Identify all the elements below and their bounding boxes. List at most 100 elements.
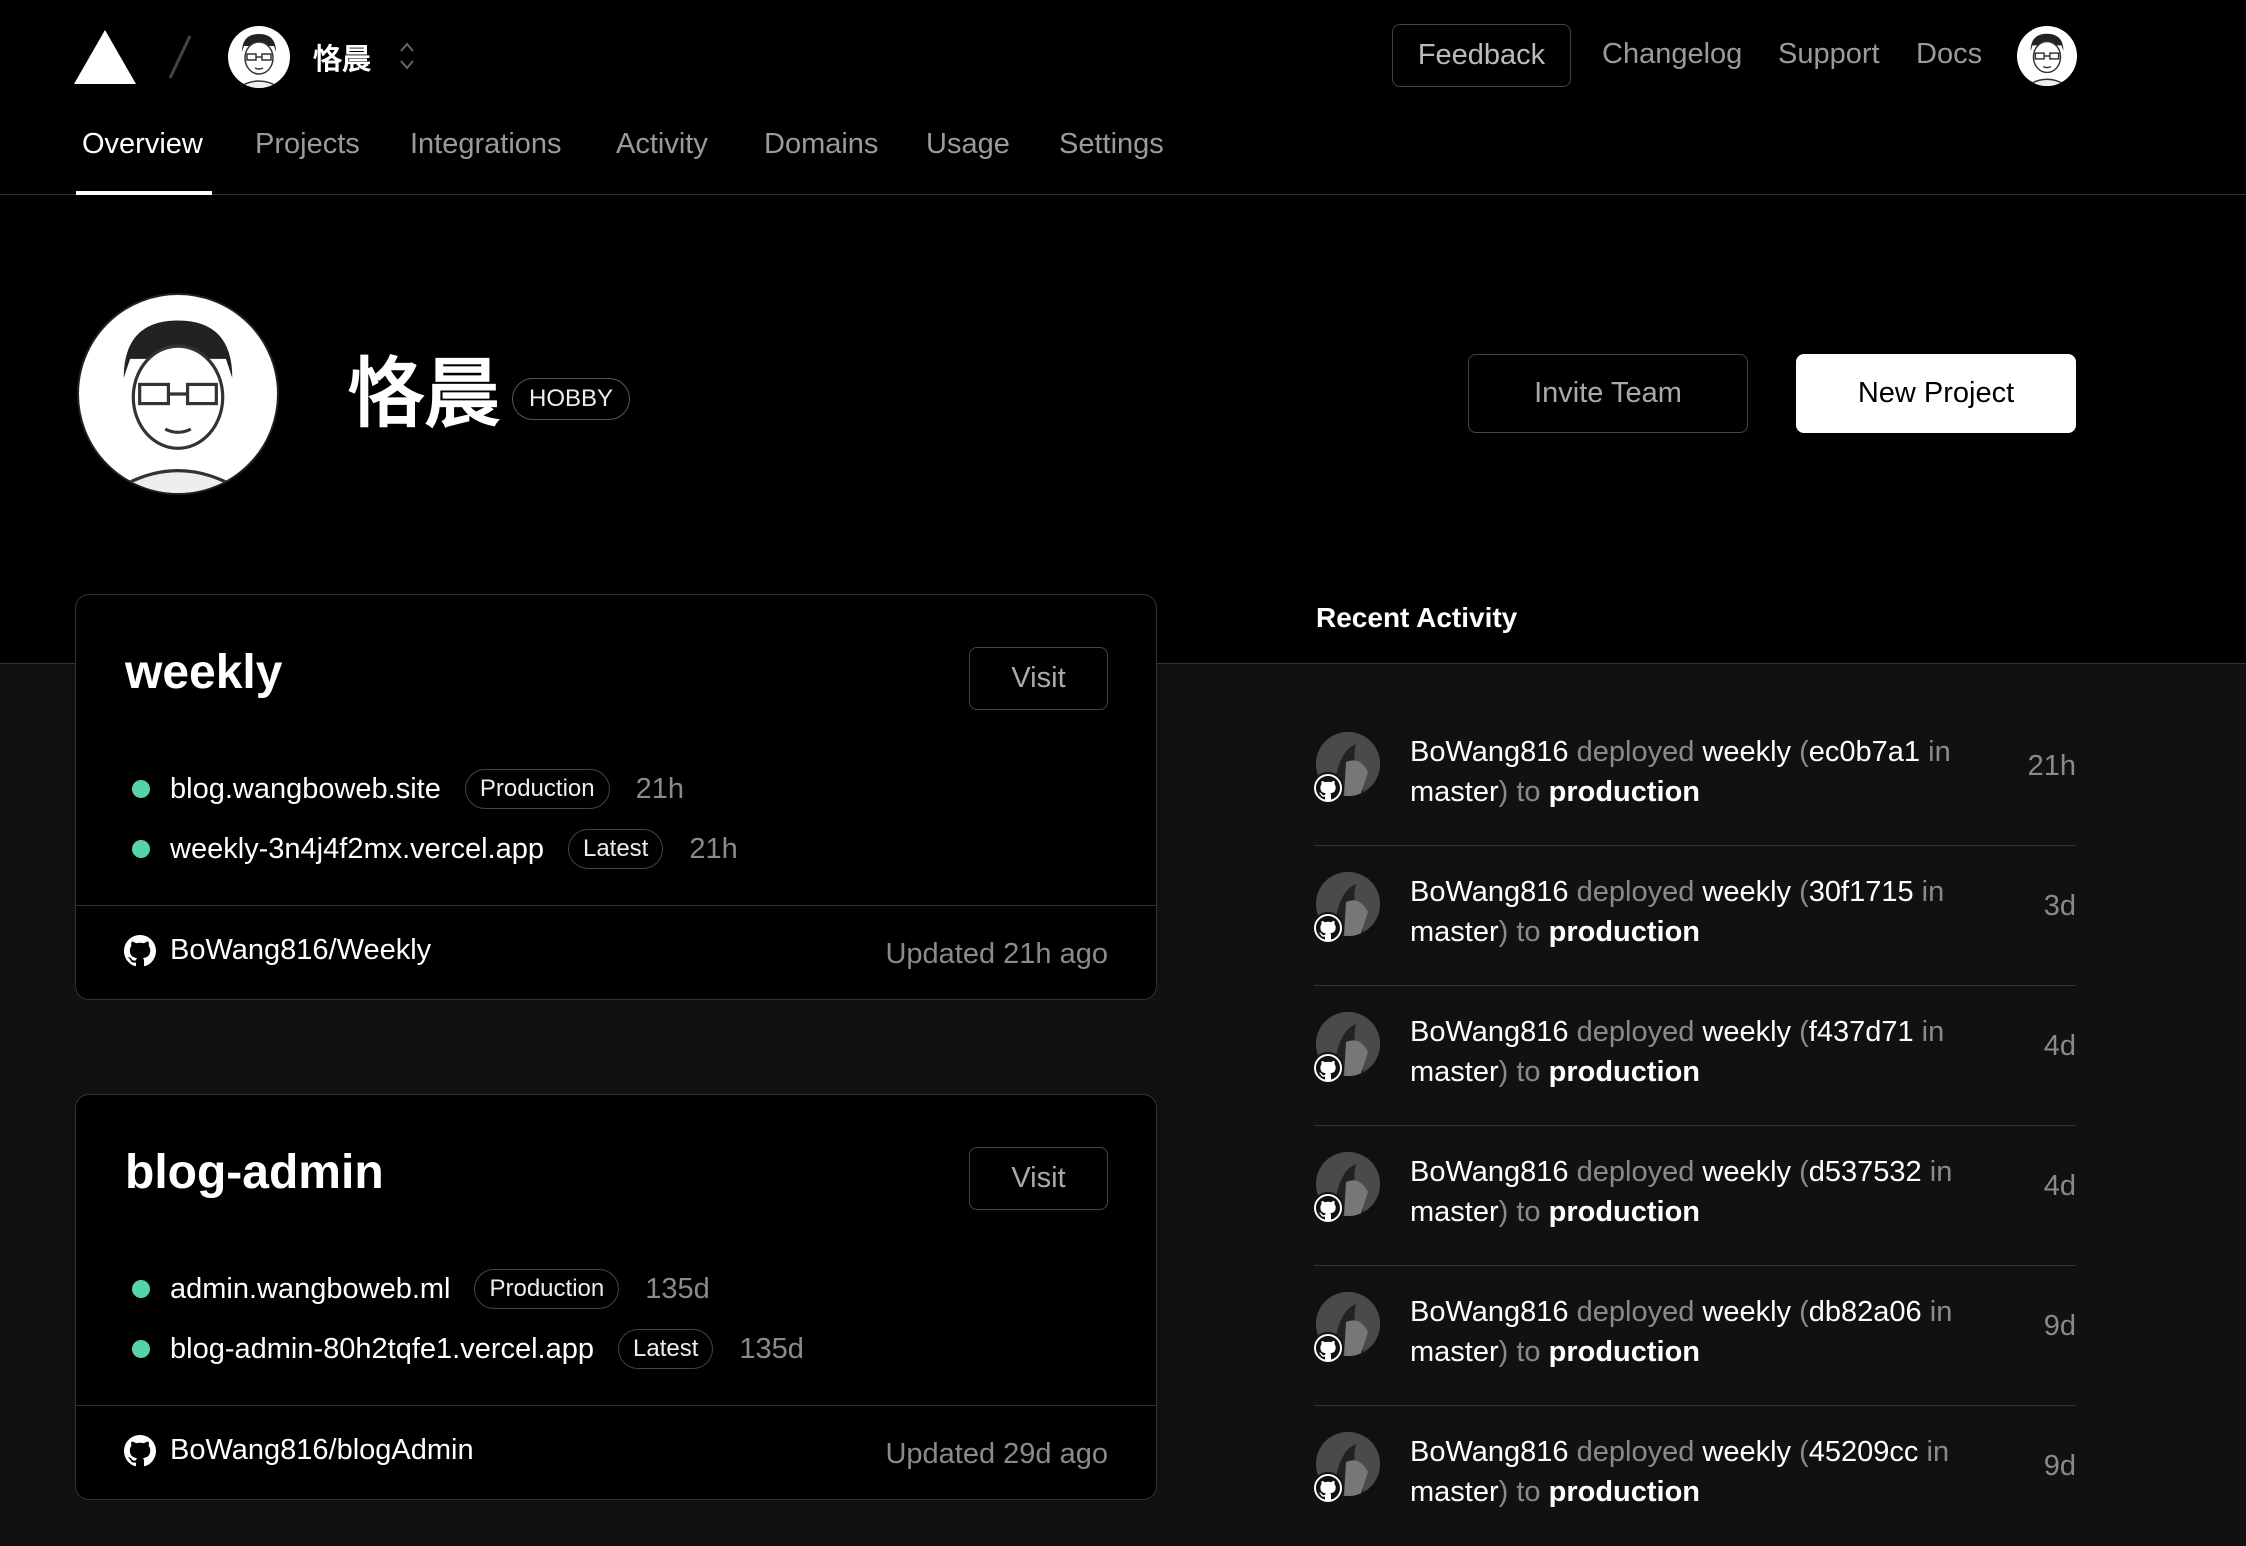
team-switcher-chevrons-icon[interactable] <box>396 36 418 76</box>
activity-item[interactable]: BoWang816 deployed weekly (45209cc in ma… <box>1312 1406 2076 1546</box>
activity-project[interactable]: weekly <box>1702 1296 1791 1328</box>
activity-item[interactable]: BoWang816 deployed weekly (30f1715 in ma… <box>1312 846 2076 986</box>
invite-team-button[interactable]: Invite Team <box>1468 354 1748 433</box>
project-card[interactable]: weekly Visit blog.wangboweb.site Product… <box>75 594 1157 1000</box>
user-avatar[interactable] <box>2017 26 2077 86</box>
activity-target[interactable]: production <box>1549 916 1700 948</box>
activity-branch[interactable]: master <box>1410 776 1499 808</box>
activity-commit[interactable]: 45209cc <box>1809 1436 1919 1468</box>
activity-user[interactable]: BoWang816 <box>1410 1296 1569 1328</box>
visit-button[interactable]: Visit <box>969 647 1108 710</box>
feedback-button[interactable]: Feedback <box>1392 24 1571 87</box>
activity-project[interactable]: weekly <box>1702 1016 1791 1048</box>
activity-verb: deployed <box>1576 736 1695 768</box>
activity-commit[interactable]: ec0b7a1 <box>1809 736 1920 768</box>
team-name[interactable]: 恪晨 <box>313 36 371 78</box>
docs-link[interactable]: Docs <box>1916 38 1982 71</box>
project-name[interactable]: weekly <box>125 645 282 700</box>
activity-project[interactable]: weekly <box>1702 736 1791 768</box>
deployment-row: blog-admin-80h2tqfe1.vercel.app Latest 1… <box>132 1327 804 1371</box>
tab-usage[interactable]: Usage <box>926 128 1010 161</box>
repo-name[interactable]: BoWang816/Weekly <box>170 934 431 967</box>
activity-branch[interactable]: master <box>1410 916 1499 948</box>
activity-branch[interactable]: master <box>1410 1196 1499 1228</box>
project-card[interactable]: blog-admin Visit admin.wangboweb.ml Prod… <box>75 1094 1157 1500</box>
activity-item[interactable]: BoWang816 deployed weekly (d537532 in ma… <box>1312 1126 2076 1266</box>
activity-commit[interactable]: d537532 <box>1809 1156 1922 1188</box>
deployment-row: blog.wangboweb.site Production 21h <box>132 767 684 811</box>
new-project-button[interactable]: New Project <box>1796 354 2076 433</box>
activity-user[interactable]: BoWang816 <box>1410 736 1569 768</box>
paren-close: ) to <box>1498 1476 1541 1508</box>
visit-button[interactable]: Visit <box>969 1147 1108 1210</box>
activity-user[interactable]: BoWang816 <box>1410 1016 1569 1048</box>
activity-branch[interactable]: master <box>1410 1476 1499 1508</box>
status-dot <box>132 1280 150 1298</box>
deployment-url[interactable]: weekly-3n4j4f2mx.vercel.app <box>170 833 544 866</box>
activity-project[interactable]: weekly <box>1702 1156 1791 1188</box>
activity-commit[interactable]: f437d71 <box>1809 1016 1914 1048</box>
paren-open: ( <box>1799 736 1809 768</box>
activity-commit[interactable]: 30f1715 <box>1809 876 1914 908</box>
tab-integrations[interactable]: Integrations <box>410 128 562 161</box>
vercel-logo-icon[interactable] <box>74 30 136 84</box>
deployment-url[interactable]: blog.wangboweb.site <box>170 773 441 806</box>
deployment-url[interactable]: admin.wangboweb.ml <box>170 1273 450 1306</box>
tab-projects[interactable]: Projects <box>255 128 360 161</box>
activity-verb: deployed <box>1576 1296 1695 1328</box>
tab-domains[interactable]: Domains <box>764 128 878 161</box>
activity-user[interactable]: BoWang816 <box>1410 1436 1569 1468</box>
activity-target[interactable]: production <box>1549 1056 1700 1088</box>
activity-item[interactable]: BoWang816 deployed weekly (f437d71 in ma… <box>1312 986 2076 1126</box>
changelog-link[interactable]: Changelog <box>1602 38 1742 71</box>
github-badge-icon <box>1312 1332 1344 1364</box>
repo-link[interactable]: BoWang816/Weekly <box>124 934 431 967</box>
recent-activity-title: Recent Activity <box>1316 602 1518 633</box>
github-badge-icon <box>1312 912 1344 944</box>
activity-commit[interactable]: db82a06 <box>1809 1296 1922 1328</box>
deployment-tag: Production <box>474 1269 620 1309</box>
activity-age: 4d <box>2043 1030 2076 1062</box>
activity-in: in <box>1926 1436 1950 1468</box>
tab-settings[interactable]: Settings <box>1059 128 1164 161</box>
activity-branch[interactable]: master <box>1410 1056 1499 1088</box>
activity-project[interactable]: weekly <box>1702 876 1791 908</box>
activity-target[interactable]: production <box>1549 1196 1700 1228</box>
activity-text: BoWang816 deployed weekly (f437d71 in ma… <box>1410 1012 1970 1092</box>
deployment-tag: Production <box>464 769 610 809</box>
paren-open: ( <box>1799 1016 1809 1048</box>
activity-target[interactable]: production <box>1549 1336 1700 1368</box>
repo-name[interactable]: BoWang816/blogAdmin <box>170 1434 474 1467</box>
cartoon-face-icon <box>237 34 281 88</box>
repo-link[interactable]: BoWang816/blogAdmin <box>124 1434 474 1467</box>
activity-user[interactable]: BoWang816 <box>1410 1156 1569 1188</box>
profile-name: 恪晨 <box>348 352 500 437</box>
plan-badge: HOBBY <box>512 378 631 420</box>
support-link[interactable]: Support <box>1778 38 1880 71</box>
paren-open: ( <box>1799 1436 1809 1468</box>
paren-close: ) to <box>1498 916 1541 948</box>
deployment-age: 135d <box>739 1332 804 1365</box>
activity-target[interactable]: production <box>1549 1476 1700 1508</box>
activity-verb: deployed <box>1576 1016 1695 1048</box>
github-icon <box>124 1434 156 1466</box>
activity-item[interactable]: BoWang816 deployed weekly (ec0b7a1 in ma… <box>1312 706 2076 846</box>
project-name[interactable]: blog-admin <box>125 1145 384 1200</box>
activity-text: BoWang816 deployed weekly (d537532 in ma… <box>1410 1152 1970 1232</box>
team-avatar[interactable] <box>228 26 290 88</box>
activity-target[interactable]: production <box>1549 776 1700 808</box>
tab-overview[interactable]: Overview <box>82 128 203 161</box>
card-footer: BoWang816/Weekly Updated 21h ago <box>76 905 1156 999</box>
activity-user[interactable]: BoWang816 <box>1410 876 1569 908</box>
updated-time: Updated 29d ago <box>885 1438 1108 1470</box>
deployment-url[interactable]: blog-admin-80h2tqfe1.vercel.app <box>170 1333 594 1366</box>
activity-age: 4d <box>2043 1170 2076 1202</box>
activity-project[interactable]: weekly <box>1702 1436 1791 1468</box>
activity-verb: deployed <box>1576 876 1695 908</box>
activity-branch[interactable]: master <box>1410 1336 1499 1368</box>
activity-item[interactable]: BoWang816 deployed weekly (db82a06 in ma… <box>1312 1266 2076 1406</box>
tab-activity[interactable]: Activity <box>616 128 708 161</box>
activity-verb: deployed <box>1576 1156 1695 1188</box>
deployment-age: 21h <box>635 772 684 805</box>
paren-open: ( <box>1799 1296 1809 1328</box>
